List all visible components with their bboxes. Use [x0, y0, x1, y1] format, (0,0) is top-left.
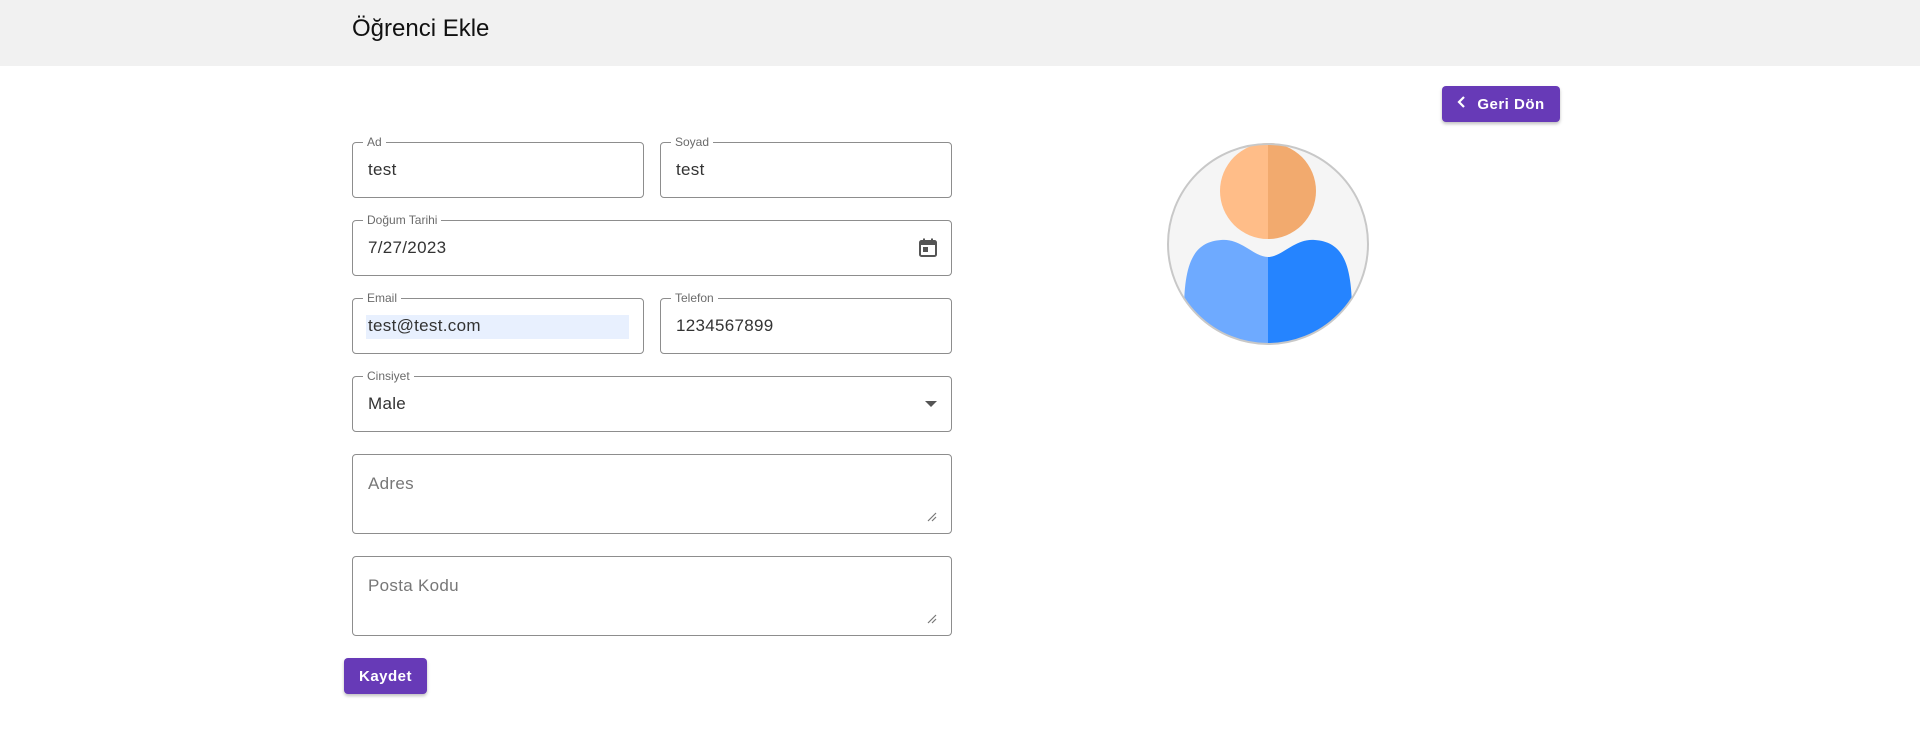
back-button-label: Geri Dön [1477, 95, 1545, 113]
postal-code-textarea[interactable]: Posta Kodu [352, 556, 952, 636]
gender-value: Male [368, 394, 407, 413]
last-name-field[interactable]: Soyad test [660, 135, 952, 198]
phone-field[interactable]: Telefon 1234567899 [660, 291, 952, 354]
birth-date-value: 7/27/2023 [368, 238, 447, 257]
address-placeholder: Adres [368, 474, 414, 493]
first-name-label: Ad [363, 135, 386, 149]
save-button[interactable]: Kaydet [344, 658, 427, 694]
phone-label: Telefon [671, 291, 718, 305]
email-value: test@test.com [368, 316, 481, 335]
last-name-label: Soyad [671, 135, 714, 149]
birth-date-label: Doğum Tarihi [363, 213, 442, 227]
email-field[interactable]: Email test@test.com [352, 291, 644, 354]
back-button[interactable]: Geri Dön [1442, 86, 1560, 122]
user-avatar-icon [1166, 142, 1370, 346]
chevron-left-icon [1457, 96, 1467, 112]
last-name-value: test [676, 160, 705, 179]
resize-handle-icon[interactable] [927, 611, 937, 624]
postal-code-placeholder: Posta Kodu [368, 576, 459, 595]
page-title: Öğrenci Ekle [352, 15, 490, 42]
birth-date-field[interactable]: Doğum Tarihi 7/27/2023 [352, 213, 952, 276]
email-label: Email [363, 291, 402, 305]
gender-select[interactable]: Cinsiyet Male [352, 369, 952, 432]
top-bar: Öğrenci Ekle [0, 0, 1920, 66]
address-textarea[interactable]: Adres [352, 454, 952, 534]
calendar-icon[interactable] [917, 237, 939, 259]
first-name-field[interactable]: Ad test [352, 135, 644, 198]
first-name-value: test [368, 160, 397, 179]
resize-handle-icon[interactable] [927, 509, 937, 522]
phone-value: 1234567899 [676, 316, 774, 335]
gender-label: Cinsiyet [363, 369, 414, 383]
chevron-down-icon[interactable] [925, 401, 937, 407]
